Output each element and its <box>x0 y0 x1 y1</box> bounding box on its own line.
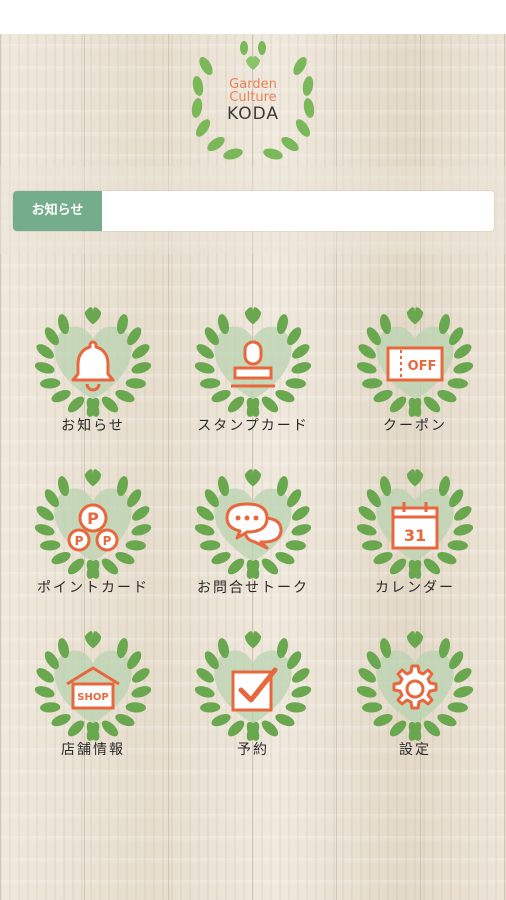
menu-label: カレンダー <box>375 580 455 596</box>
menu-label: スタンプカード <box>197 418 309 434</box>
status-bar <box>0 0 506 34</box>
sprout-top <box>244 307 262 325</box>
points-icon: P P P <box>63 496 123 556</box>
sprout-top <box>84 631 102 649</box>
menu-label: お知らせ <box>61 418 125 434</box>
menu-store-info[interactable]: SHOP 店舗情報 <box>18 622 168 782</box>
menu-stamp-card[interactable]: スタンプカード <box>178 298 328 458</box>
calendar-badge: 31 <box>404 526 426 545</box>
menu-reservation[interactable]: 予約 <box>178 622 328 782</box>
shop-badge: SHOP <box>77 692 108 703</box>
menu-calendar[interactable]: 31 カレンダー <box>340 460 490 620</box>
menu-settings[interactable]: 設定 <box>340 622 490 782</box>
menu-label: 店舗情報 <box>61 742 125 758</box>
sprout-top <box>244 469 262 487</box>
sprout-top <box>84 307 102 325</box>
point-badge-1: P <box>87 509 99 528</box>
stamp-icon <box>223 334 283 394</box>
sprout-top <box>406 307 424 325</box>
sprout-top <box>84 469 102 487</box>
menu-label: 設定 <box>399 742 431 758</box>
brand-logo: Garden Culture KODA <box>188 38 318 166</box>
chat-bubbles-icon <box>223 496 283 556</box>
notice-label: お知らせ <box>13 191 102 231</box>
notice-ticker[interactable]: お知らせ <box>13 191 494 231</box>
sprout-top <box>406 631 424 649</box>
sprout-top <box>406 469 424 487</box>
menu-label: クーポン <box>383 418 447 434</box>
shop-icon: SHOP <box>63 658 123 718</box>
menu-label: お問合せトーク <box>197 580 309 596</box>
coupon-icon: OFF <box>385 334 445 394</box>
checkbox-icon <box>223 658 283 718</box>
menu-label: 予約 <box>237 742 269 758</box>
menu-point-card[interactable]: P P P ポイントカード <box>18 460 168 620</box>
logo-culture-text: Culture <box>229 90 277 105</box>
sprout-top <box>244 631 262 649</box>
bell-icon <box>63 334 123 394</box>
gear-icon <box>385 658 445 718</box>
notice-text <box>111 191 486 231</box>
menu-news[interactable]: お知らせ <box>18 298 168 458</box>
coupon-badge: OFF <box>408 359 437 374</box>
point-badge-3: P <box>103 534 112 548</box>
point-badge-2: P <box>75 534 84 548</box>
menu-inquiry-talk[interactable]: お問合せトーク <box>178 460 328 620</box>
menu-coupon[interactable]: OFF クーポン <box>340 298 490 458</box>
calendar-icon: 31 <box>385 496 445 556</box>
logo-koda-text: KODA <box>226 104 280 124</box>
menu-label: ポイントカード <box>37 580 149 596</box>
